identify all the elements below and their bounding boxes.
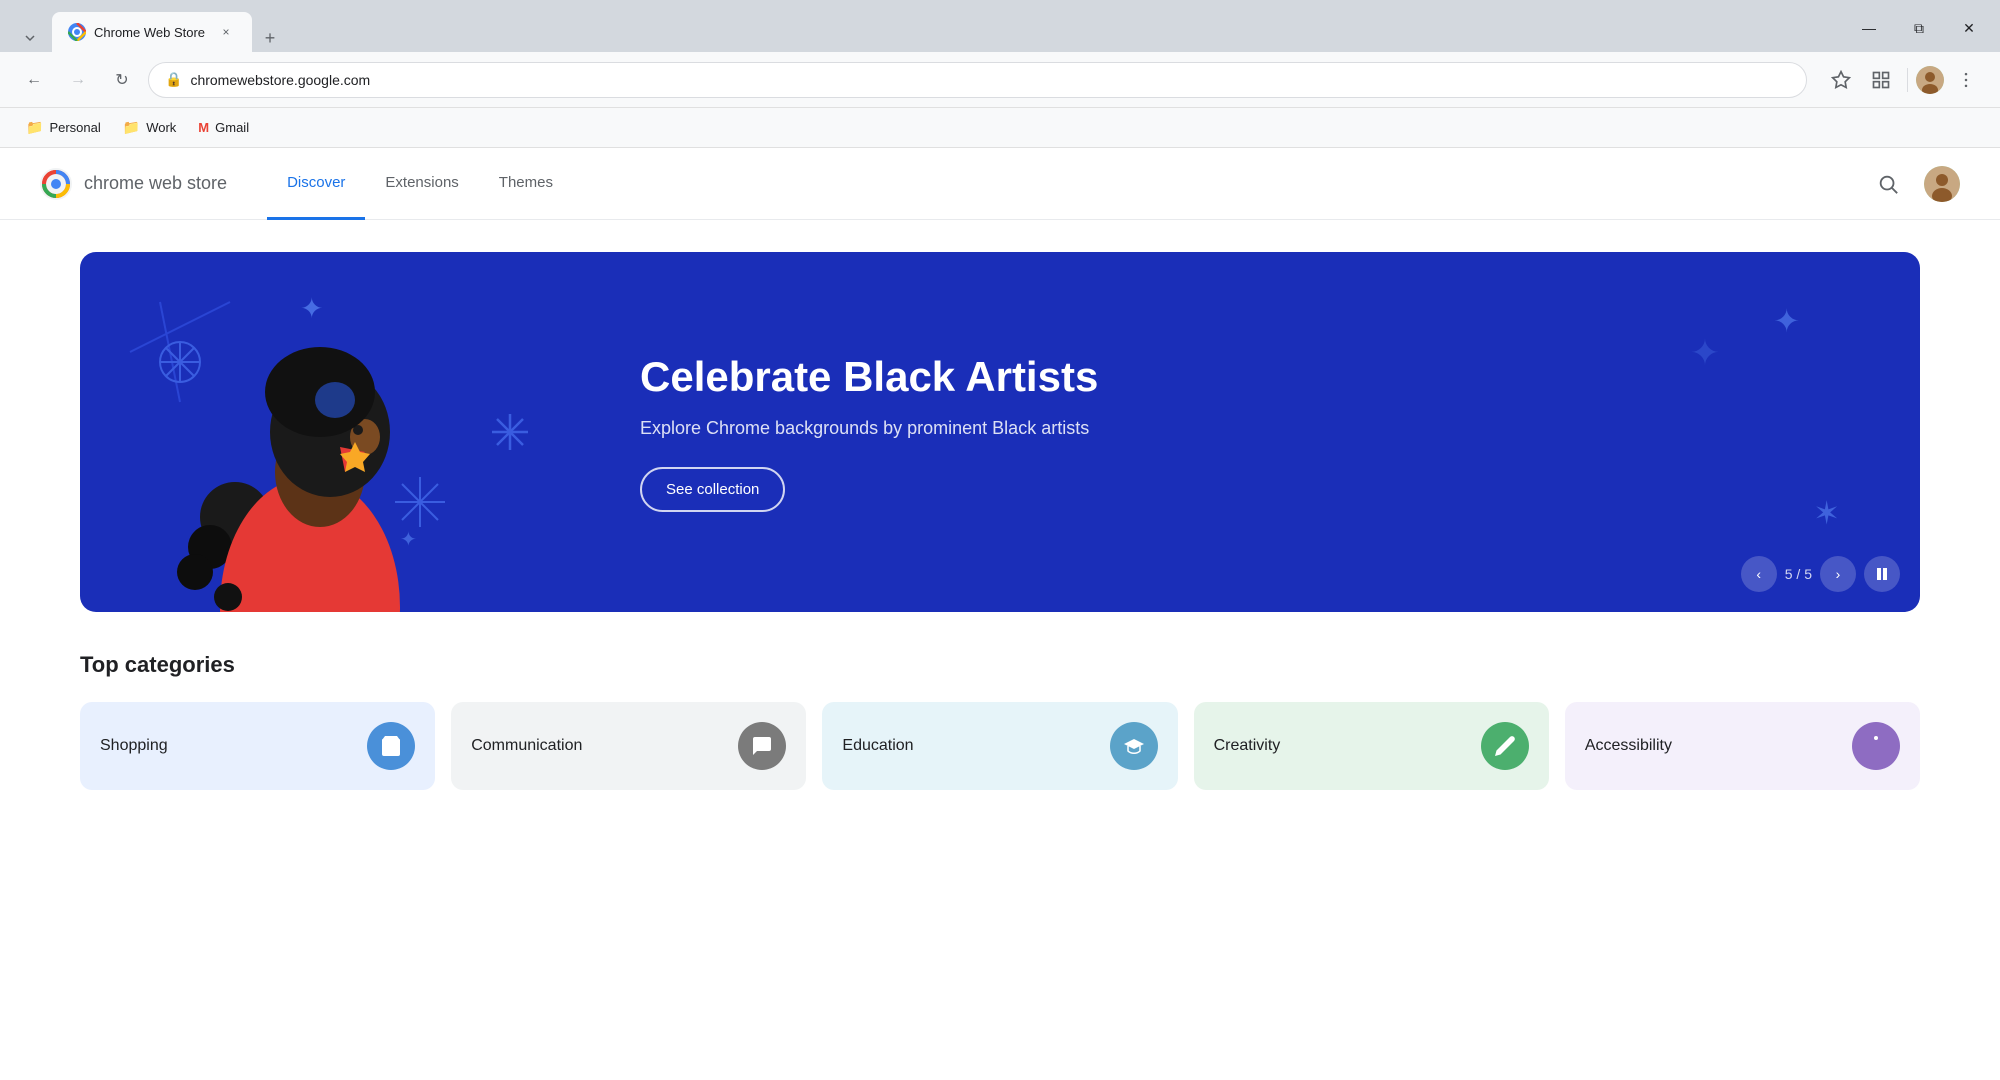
folder-icon: 📁 xyxy=(26,119,43,136)
category-shopping[interactable]: Shopping xyxy=(80,702,435,790)
header-profile-avatar[interactable] xyxy=(1924,166,1960,202)
folder-icon: 📁 xyxy=(123,119,140,136)
bookmark-gmail-label: Gmail xyxy=(215,120,249,135)
shopping-icon xyxy=(367,722,415,770)
lock-icon: 🔒 xyxy=(165,71,182,88)
gmail-icon: M xyxy=(198,120,209,135)
forward-button[interactable]: → xyxy=(60,62,96,98)
nav-themes[interactable]: Themes xyxy=(479,148,573,220)
nav-right-controls xyxy=(1823,62,1984,98)
category-education-label: Education xyxy=(842,737,1093,755)
cws-logo-text: chrome web store xyxy=(84,173,227,194)
more-button[interactable] xyxy=(1948,62,1984,98)
hero-section: ✦ ✦ ✦ ✶ ✦ xyxy=(0,220,2000,612)
tab-dropdown-button[interactable] xyxy=(16,24,44,52)
hero-controls: ‹ 5 / 5 › xyxy=(1741,556,1900,592)
bookmark-work[interactable]: 📁 Work xyxy=(113,115,187,140)
deco-cross-1: ✦ xyxy=(1773,302,1800,340)
hero-title: Celebrate Black Artists xyxy=(640,352,1860,402)
category-shopping-label: Shopping xyxy=(100,737,351,755)
category-accessibility[interactable]: Accessibility xyxy=(1565,702,1920,790)
bookmark-gmail[interactable]: M Gmail xyxy=(188,116,259,139)
category-creativity[interactable]: Creativity xyxy=(1194,702,1549,790)
maximize-button[interactable]: ⧉ xyxy=(1896,8,1942,48)
deco-star-3: ✦ xyxy=(1690,332,1720,374)
hero-pause-button[interactable] xyxy=(1864,556,1900,592)
hero-slide-count: 5 / 5 xyxy=(1785,566,1812,582)
see-collection-button[interactable]: See collection xyxy=(640,467,785,512)
divider xyxy=(1907,68,1908,92)
hero-subtitle: Explore Chrome backgrounds by prominent … xyxy=(640,418,1860,439)
url-text: chromewebstore.google.com xyxy=(190,72,1790,88)
accessibility-icon xyxy=(1852,722,1900,770)
category-education[interactable]: Education xyxy=(822,702,1177,790)
tab-title: Chrome Web Store xyxy=(94,25,208,40)
cws-logo-area: chrome web store xyxy=(40,168,227,200)
window-controls: — ⧉ ✕ xyxy=(1846,8,1992,52)
chrome-favicon xyxy=(68,23,86,41)
education-icon xyxy=(1110,722,1158,770)
bookmark-personal[interactable]: 📁 Personal xyxy=(16,115,111,140)
new-tab-button[interactable]: + xyxy=(256,24,284,52)
bookmark-button[interactable] xyxy=(1823,62,1859,98)
cws-logo-icon xyxy=(40,168,72,200)
active-tab[interactable]: Chrome Web Store × xyxy=(52,12,252,52)
category-accessibility-label: Accessibility xyxy=(1585,737,1836,755)
minimize-button[interactable]: — xyxy=(1846,8,1892,48)
hero-banner: ✦ ✦ ✦ ✶ ✦ xyxy=(80,252,1920,612)
close-button[interactable]: ✕ xyxy=(1946,8,1992,48)
back-button[interactable]: ← xyxy=(16,62,52,98)
communication-icon xyxy=(738,722,786,770)
creativity-icon xyxy=(1481,722,1529,770)
bookmark-personal-label: Personal xyxy=(49,120,100,135)
hero-next-button[interactable]: › xyxy=(1820,556,1856,592)
browser-frame: Chrome Web Store × + — ⧉ ✕ ← → ↻ 🔒 chrom… xyxy=(0,0,2000,1080)
nav-extensions[interactable]: Extensions xyxy=(365,148,478,220)
cws-header-right xyxy=(1868,164,1960,204)
category-communication-label: Communication xyxy=(471,737,722,755)
hero-illustration xyxy=(80,252,580,612)
category-cards: Shopping Communication Education xyxy=(80,702,1920,790)
categories-title: Top categories xyxy=(80,652,1920,678)
page-content: chrome web store Discover Extensions The… xyxy=(0,148,2000,1080)
profile-avatar[interactable] xyxy=(1916,66,1944,94)
navigation-bar: ← → ↻ 🔒 chromewebstore.google.com xyxy=(0,52,2000,108)
address-bar[interactable]: 🔒 chromewebstore.google.com xyxy=(148,62,1807,98)
search-button[interactable] xyxy=(1868,164,1908,204)
bookmark-work-label: Work xyxy=(146,120,176,135)
cws-navigation: Discover Extensions Themes xyxy=(267,148,1868,220)
tab-close-button[interactable]: × xyxy=(216,22,236,42)
categories-section: Top categories Shopping Communication Ed… xyxy=(0,612,2000,790)
reload-button[interactable]: ↻ xyxy=(104,62,140,98)
tab-bar: Chrome Web Store × + — ⧉ ✕ xyxy=(0,0,2000,52)
bookmarks-bar: 📁 Personal 📁 Work M Gmail xyxy=(0,108,2000,148)
deco-cross-2: ✶ xyxy=(1813,494,1840,532)
category-communication[interactable]: Communication xyxy=(451,702,806,790)
hero-prev-button[interactable]: ‹ xyxy=(1741,556,1777,592)
category-creativity-label: Creativity xyxy=(1214,737,1465,755)
extensions-button[interactable] xyxy=(1863,62,1899,98)
nav-discover[interactable]: Discover xyxy=(267,148,365,220)
cws-header: chrome web store Discover Extensions The… xyxy=(0,148,2000,220)
